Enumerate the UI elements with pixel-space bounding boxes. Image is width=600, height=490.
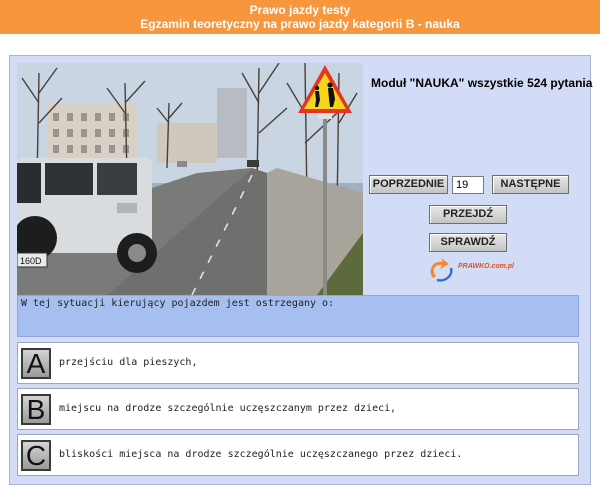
answer-text: przejściu dla pieszych,: [59, 357, 198, 368]
question-number-input[interactable]: 19: [452, 176, 484, 194]
answer-text: miejscu na drodze szczególnie uczęszczan…: [59, 403, 397, 414]
answer-c[interactable]: C bliskości miejsca na drodze szczególni…: [17, 434, 579, 476]
answer-b[interactable]: B miejscu na drodze szczególnie uczęszcz…: [17, 388, 579, 430]
question-photo: 160D: [17, 63, 363, 295]
module-title: Moduł "NAUKA" wszystkie 524 pytania: [371, 76, 593, 90]
next-button[interactable]: NASTĘPNE: [492, 175, 569, 194]
answer-letter[interactable]: A: [21, 348, 51, 379]
answer-letter[interactable]: B: [21, 394, 51, 425]
prawko-logo-icon[interactable]: [427, 258, 513, 282]
answer-a[interactable]: A przejściu dla pieszych,: [17, 342, 579, 384]
page-title: Prawo jazdy testy: [249, 3, 351, 17]
previous-button[interactable]: POPRZEDNIE: [369, 175, 448, 194]
answer-text: bliskości miejsca na drodze szczególnie …: [59, 449, 463, 460]
license-plate: 160D: [20, 256, 42, 266]
question-text: W tej sytuacji kierujący pojazdem jest o…: [17, 295, 579, 337]
check-button[interactable]: SPRAWDŹ: [429, 233, 507, 252]
page-subtitle: Egzamin teoretyczny na prawo jazdy kateg…: [140, 17, 460, 31]
answer-letter[interactable]: C: [21, 440, 51, 471]
go-button[interactable]: PRZEJDŹ: [429, 205, 507, 224]
page-header: Prawo jazdy testy Egzamin teoretyczny na…: [0, 0, 600, 34]
logo-text: PRAWKO.com.pl: [458, 263, 515, 270]
